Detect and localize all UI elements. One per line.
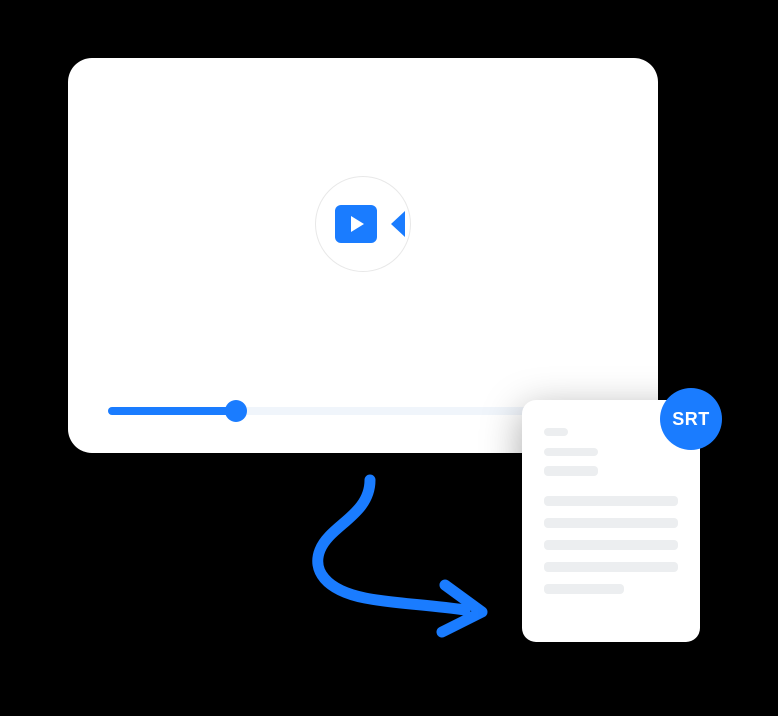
doc-text-line <box>544 584 624 594</box>
doc-text-line <box>544 518 678 528</box>
video-player-card <box>68 58 658 453</box>
play-button[interactable] <box>315 176 411 272</box>
doc-text-line <box>544 562 678 572</box>
curved-arrow-icon <box>270 470 500 640</box>
srt-badge: SRT <box>660 388 722 450</box>
video-camera-play-icon <box>335 205 391 243</box>
doc-text-line <box>544 428 568 436</box>
doc-text-line <box>544 466 598 476</box>
doc-text-line <box>544 540 678 550</box>
doc-text-line <box>544 496 678 506</box>
badge-label: SRT <box>672 409 710 430</box>
progress-thumb[interactable] <box>225 400 247 422</box>
subtitle-document-card: SRT <box>522 400 700 642</box>
progress-fill <box>108 407 236 415</box>
doc-text-line <box>544 448 598 456</box>
